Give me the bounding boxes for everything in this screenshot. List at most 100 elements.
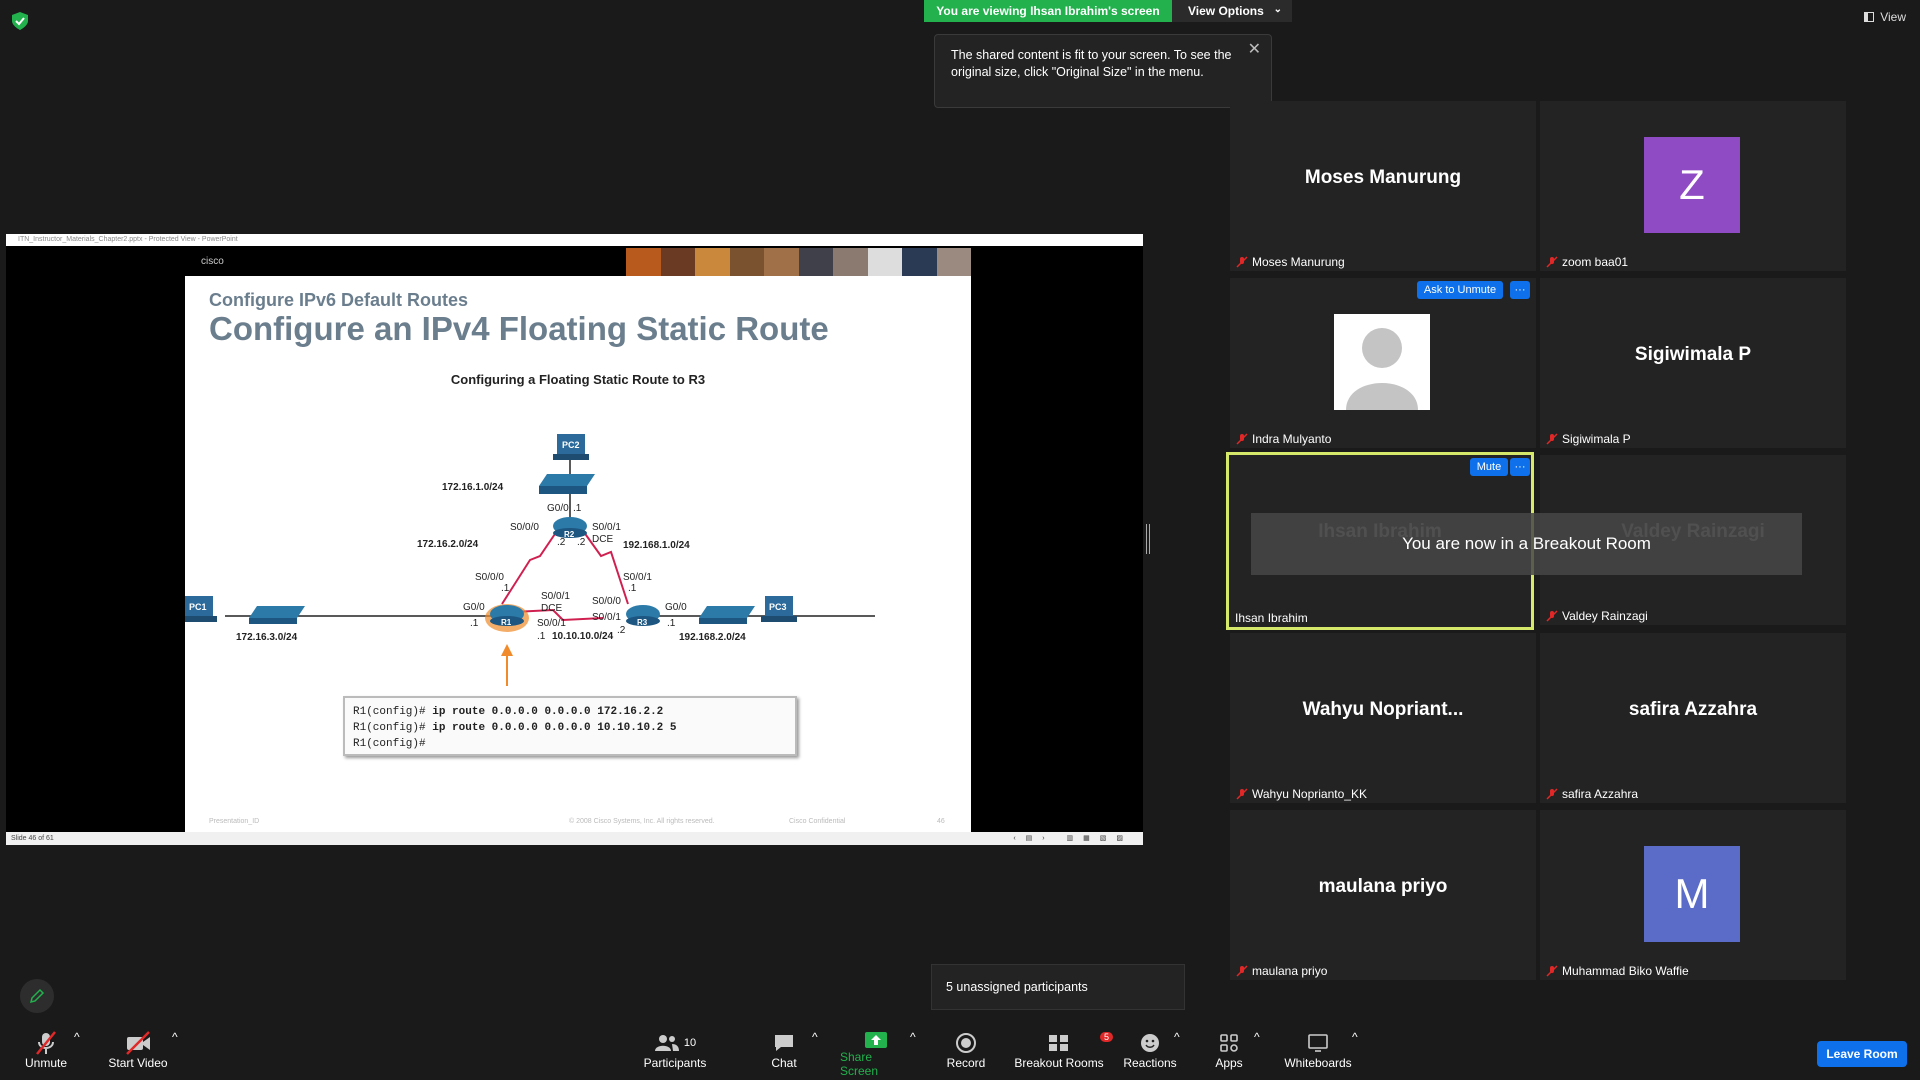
participant-tile[interactable]: Zzoom baa01: [1540, 101, 1846, 271]
microphone-muted-icon: [1236, 256, 1248, 268]
resize-splitter[interactable]: [1146, 524, 1150, 554]
participant-tile[interactable]: Sigiwimala P Sigiwimala P: [1540, 278, 1846, 448]
participant-display-name: Moses Manurung: [1304, 167, 1462, 188]
participant-name-label: Wahyu Noprianto_KK: [1236, 787, 1367, 801]
leave-room-button[interactable]: Leave Room: [1817, 1041, 1907, 1067]
chat-icon: [775, 1035, 793, 1051]
r1-s001b-label: S0/0/1: [537, 618, 566, 629]
participant-display-name: maulana priyo: [1318, 876, 1448, 897]
share-screen-button[interactable]: Share Screen: [840, 1030, 912, 1078]
r3-label: R3: [637, 618, 648, 627]
r2-s001-label: S0/0/1: [592, 522, 621, 533]
unmute-button[interactable]: Unmute: [20, 1030, 72, 1076]
participant-tile[interactable]: Indra Mulyanto: [1230, 278, 1536, 448]
share-options-caret[interactable]: ^: [910, 1030, 916, 1076]
start-video-button[interactable]: Start Video: [106, 1030, 170, 1076]
participant-name-label: Moses Manurung: [1236, 255, 1345, 269]
participant-tile[interactable]: M Muhammad Biko Waffie: [1540, 810, 1846, 980]
view-button[interactable]: View: [1864, 10, 1906, 24]
more-options-button[interactable]: ···: [1510, 458, 1530, 476]
view-options-button[interactable]: View Options ⌄: [1172, 0, 1292, 22]
apps-button[interactable]: Apps: [1212, 1030, 1246, 1076]
grid-view-icon: [1864, 12, 1875, 22]
viewing-screen-banner: You are viewing Ihsan Ibrahim's screen: [924, 0, 1172, 22]
cli-line-2: R1(config)# ip route 0.0.0.0 0.0.0.0 10.…: [353, 722, 677, 734]
participant-display-name: Sigiwimala P: [1634, 344, 1752, 365]
r2-s001-d2: .2: [577, 537, 586, 548]
participant-name-label: Ihsan Ibrahim: [1235, 611, 1308, 625]
chat-label: Chat: [771, 1056, 797, 1070]
microphone-muted-icon: [1236, 788, 1248, 800]
footer-page-number: 46: [937, 818, 945, 825]
r1-g00-d1: .1: [470, 618, 479, 629]
participant-name: Muhammad Biko Waffie: [1562, 964, 1689, 978]
pc1-label: PC1: [189, 602, 207, 612]
more-options-button[interactable]: ···: [1510, 281, 1530, 299]
pc2-label: PC2: [562, 440, 580, 450]
chat-button[interactable]: Chat: [766, 1030, 802, 1076]
whiteboards-options-caret[interactable]: ^: [1352, 1030, 1358, 1076]
r3-s001b-label: S0/0/1: [592, 612, 621, 623]
microphone-muted-icon: [1546, 433, 1558, 445]
participant-name-label: Valdey Rainzagi: [1546, 609, 1648, 623]
whiteboards-button[interactable]: Whiteboards: [1282, 1030, 1354, 1076]
figure-title: Configuring a Floating Static Route to R…: [450, 372, 706, 387]
share-screen-label: Share Screen: [840, 1050, 879, 1078]
view-label: View: [1880, 10, 1906, 24]
net-pc1-label: 172.16.3.0/24: [236, 632, 298, 643]
footer-confidential: Cisco Confidential: [789, 818, 846, 825]
record-label: Record: [946, 1056, 986, 1070]
breakout-badge: 5: [1100, 1032, 1114, 1042]
r1-g00-label: G0/0: [463, 602, 485, 613]
unmute-options-caret[interactable]: ^: [74, 1030, 80, 1076]
net-mid-label: 10.10.10.0/24: [552, 631, 614, 642]
participant-name-label: Sigiwimala P: [1546, 432, 1631, 446]
reactions-button[interactable]: Reactions: [1122, 1030, 1178, 1076]
switch-right: [699, 606, 755, 618]
r3-s001-label: S0/0/1: [623, 572, 652, 583]
participant-name-label: Muhammad Biko Waffie: [1546, 964, 1689, 978]
participant-name: Indra Mulyanto: [1252, 432, 1332, 446]
participants-button[interactable]: 10 Participants: [640, 1030, 710, 1076]
net-top-label: 172.16.1.0/24: [442, 482, 504, 493]
participants-icon: [654, 1035, 679, 1051]
record-button[interactable]: Record: [946, 1030, 986, 1076]
participant-tile[interactable]: safira Azzahra safira Azzahra: [1540, 633, 1846, 803]
network-topology-diagram: PC2 172.16.1.0/24 G0/0 .1 R2 S0/0/0 S0/0…: [185, 434, 875, 686]
participant-tile[interactable]: maulana priyo maulana priyo: [1230, 810, 1536, 980]
apps-icon: [1220, 1034, 1238, 1052]
participant-name: zoom baa01: [1562, 255, 1629, 269]
ask-to-unmute-button[interactable]: Ask to Unmute: [1417, 281, 1503, 299]
close-icon[interactable]: ✕: [1248, 41, 1261, 58]
shared-screen: ITN_Instructor_Materials_Chapter2.pptx -…: [6, 234, 1143, 845]
annotate-pencil-button[interactable]: [20, 979, 54, 1013]
security-shield-icon[interactable]: [12, 12, 28, 30]
participants-label: Participants: [643, 1056, 707, 1070]
unassigned-participants-popup[interactable]: 5 unassigned participants: [931, 964, 1185, 1010]
cli-line-1: R1(config)# ip route 0.0.0.0 0.0.0.0 172…: [353, 706, 664, 718]
mute-button[interactable]: Mute: [1470, 458, 1508, 476]
record-icon: [956, 1033, 976, 1053]
reactions-icon: [1141, 1034, 1159, 1052]
slide-footer: Presentation_ID © 2008 Cisco Systems, In…: [209, 818, 949, 825]
powerpoint-status-bar: Slide 46 of 61 ‹▤› ▥▦▧▨: [6, 832, 1143, 845]
microphone-muted-icon: [1236, 965, 1248, 977]
slide: Configure IPv6 Default Routes Configure …: [185, 276, 971, 832]
breakout-rooms-button[interactable]: 5 Breakout Rooms: [1014, 1030, 1114, 1076]
r2-s000-d2: .2: [557, 537, 566, 548]
r1-s000-label: S0/0/0: [475, 572, 504, 583]
chat-options-caret[interactable]: ^: [812, 1030, 818, 1076]
cli-output-box: R1(config)# ip route 0.0.0.0 0.0.0.0 172…: [343, 696, 797, 756]
participant-tile[interactable]: Wahyu Nopriant... Wahyu Noprianto_KK: [1230, 633, 1536, 803]
r2-g00-d1: .1: [573, 503, 582, 514]
unmute-label: Unmute: [24, 1056, 68, 1070]
participant-tile[interactable]: Moses Manurung Moses Manurung: [1230, 101, 1536, 271]
avatar: Z: [1644, 137, 1740, 233]
avatar: [1334, 314, 1430, 410]
footer-copyright: © 2008 Cisco Systems, Inc. All rights re…: [569, 818, 715, 825]
participants-count: 10: [683, 1037, 697, 1049]
apps-options-caret[interactable]: ^: [1254, 1030, 1260, 1076]
video-options-caret[interactable]: ^: [172, 1030, 178, 1076]
reactions-options-caret[interactable]: ^: [1174, 1030, 1180, 1076]
participant-name: Valdey Rainzagi: [1562, 609, 1648, 623]
